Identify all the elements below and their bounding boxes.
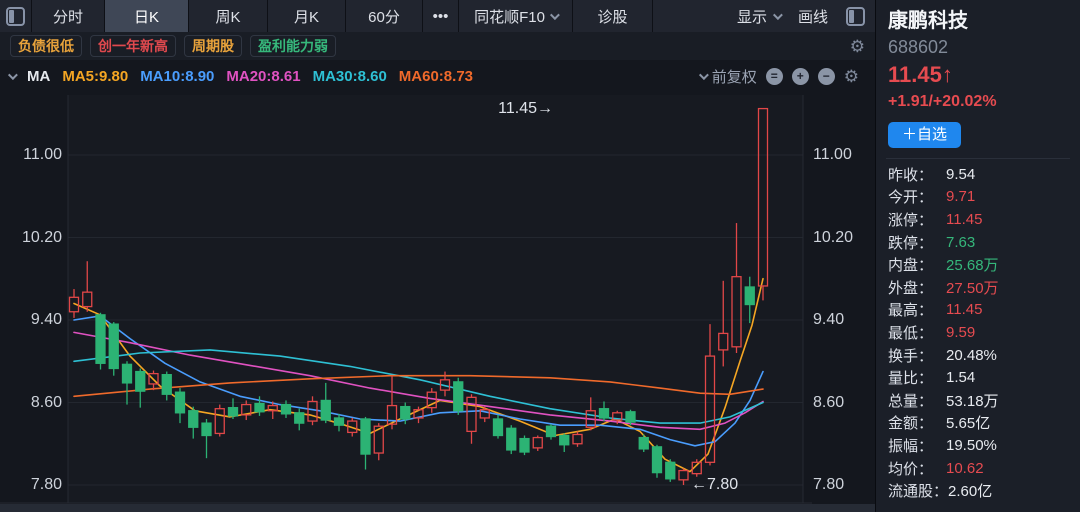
add-watchlist-button[interactable]: ＋自选 — [888, 122, 961, 148]
topbar-spacer — [653, 0, 737, 32]
chevron-down-icon — [550, 10, 560, 20]
quote-row: 最低：9.59 — [888, 321, 1070, 344]
quote-row: 最高：11.45 — [888, 299, 1070, 322]
y-axis-tick-left: 10.20 — [0, 229, 62, 247]
quote-row: 金额：5.65亿 — [888, 412, 1070, 435]
tab-fenshi[interactable]: 分时 — [32, 0, 105, 32]
high-price-annotation: 11.45→ — [498, 100, 553, 118]
more-periods-button[interactable]: ••• — [423, 0, 459, 32]
quote-row-list: 昨收：9.54今开：9.71涨停：11.45跌停：7.63内盘：25.68万外盘… — [888, 163, 1070, 502]
quote-row: 涨停：11.45 — [888, 208, 1070, 231]
more-icon: ••• — [433, 8, 449, 25]
stock-code: 688602 — [888, 34, 1070, 60]
quote-row: 均价：10.62 — [888, 457, 1070, 480]
gear-icon[interactable]: ⚙ — [850, 38, 865, 55]
ma-title: MA — [27, 68, 50, 85]
collapse-right-panel-button[interactable] — [846, 7, 865, 26]
quote-row: 跌停：7.63 — [888, 231, 1070, 254]
gear-icon[interactable]: ⚙ — [844, 68, 859, 85]
quote-row: 内盘：25.68万 — [888, 253, 1070, 276]
draw-line-button[interactable]: 画线 — [798, 6, 828, 27]
chart-main-area: 分时 日K 周K 月K 60分 ••• 同花顺F10 诊股 显示 画线 负债很低… — [0, 0, 875, 512]
chevron-down-icon[interactable] — [8, 70, 18, 80]
tab-ths-f10[interactable]: 同花顺F10 — [459, 0, 573, 32]
ma60-legend: MA60:8.73 — [399, 68, 473, 85]
y-axis-tick-left: 9.40 — [0, 311, 62, 329]
panel-toggle-icon — [6, 7, 25, 26]
panel-divider — [886, 158, 1070, 159]
ma20-legend: MA20:8.61 — [226, 68, 300, 85]
tab-60min[interactable]: 60分 — [346, 0, 423, 32]
tab-monthly-k[interactable]: 月K — [268, 0, 346, 32]
candlestick-chart[interactable] — [0, 95, 812, 504]
y-axis-tick-right: 11.00 — [813, 146, 873, 164]
list-circle-icon[interactable]: = — [766, 68, 783, 85]
zoom-out-icon[interactable]: − — [818, 68, 835, 85]
price-change: +1.91/+20.02% — [888, 90, 1070, 114]
y-axis-tick-right: 10.20 — [813, 229, 873, 247]
adjust-mode-dropdown[interactable]: 前复权 — [699, 66, 757, 87]
stock-chart-app: 分时 日K 周K 月K 60分 ••• 同花顺F10 诊股 显示 画线 负债很低… — [0, 0, 1080, 512]
stock-tag[interactable]: 盈利能力弱 — [250, 35, 336, 57]
ma30-legend: MA30:8.60 — [313, 68, 387, 85]
zoom-in-icon[interactable]: + — [792, 68, 809, 85]
ma5-legend: MA5:9.80 — [62, 68, 128, 85]
chart-controls: 前复权 = + − ⚙ — [699, 66, 867, 87]
stock-tag[interactable]: 创一年新高 — [90, 35, 176, 57]
ma10-legend: MA10:8.90 — [140, 68, 214, 85]
period-tabbar: 分时 日K 周K 月K 60分 ••• 同花顺F10 诊股 显示 画线 — [0, 0, 875, 32]
y-axis-tick-left: 7.80 — [0, 476, 62, 494]
time-axis-strip[interactable] — [0, 504, 875, 512]
stock-tag-row: 负债很低 创一年新高 周期股 盈利能力弱 ⚙ — [0, 32, 875, 60]
tab-daily-k[interactable]: 日K — [105, 0, 189, 32]
y-axis-tick-right: 7.80 — [813, 476, 873, 494]
tab-weekly-k[interactable]: 周K — [189, 0, 268, 32]
stock-tag[interactable]: 负债很低 — [10, 35, 82, 57]
chevron-down-icon — [699, 70, 709, 80]
low-price-annotation: ←7.80 — [691, 476, 738, 494]
chevron-down-icon — [773, 10, 783, 20]
quote-row: 量比：1.54 — [888, 366, 1070, 389]
collapse-left-panel-button[interactable] — [0, 0, 32, 32]
stock-name: 康鹏科技 — [888, 8, 1070, 34]
y-axis-tick-right: 9.40 — [813, 311, 873, 329]
y-axis-tick-left: 8.60 — [0, 394, 62, 412]
quote-row: 今开：9.71 — [888, 186, 1070, 209]
last-price: 11.45↑ — [888, 60, 1070, 90]
display-menu-button[interactable]: 显示 — [737, 6, 780, 27]
tab-zhengu[interactable]: 诊股 — [573, 0, 653, 32]
ma-legend-row: MA MA5:9.80 MA10:8.90 MA20:8.61 MA30:8.6… — [0, 60, 875, 92]
stock-tag[interactable]: 周期股 — [184, 35, 242, 57]
quote-panel: 康鹏科技 688602 11.45↑ +1.91/+20.02% ＋自选 昨收：… — [875, 0, 1080, 512]
quote-row: 流通股：2.60亿 — [888, 479, 1070, 502]
quote-row: 昨收：9.54 — [888, 163, 1070, 186]
quote-row: 振幅：19.50% — [888, 434, 1070, 457]
quote-row: 外盘：27.50万 — [888, 276, 1070, 299]
y-axis-tick-left: 11.00 — [0, 146, 62, 164]
topbar-right-controls: 显示 画线 — [737, 0, 875, 32]
y-axis-tick-right: 8.60 — [813, 394, 873, 412]
quote-row: 总量：53.18万 — [888, 389, 1070, 412]
quote-row: 换手：20.48% — [888, 344, 1070, 367]
